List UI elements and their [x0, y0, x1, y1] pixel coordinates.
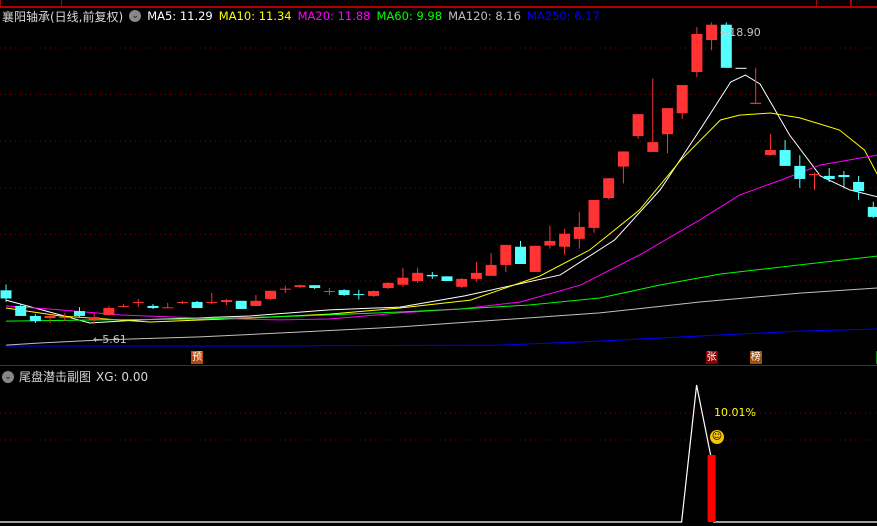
candle-body	[221, 300, 232, 302]
candle-body	[0, 290, 12, 299]
candle-body	[191, 301, 203, 309]
candle-body	[617, 151, 629, 167]
candle-body	[132, 301, 144, 303]
signal-marker[interactable]: 张	[705, 351, 718, 364]
candle-body	[779, 150, 791, 166]
xg-value: XG: 0.00	[96, 369, 149, 384]
candle-body	[632, 114, 644, 137]
candle-body	[176, 301, 188, 303]
signal-percent: 10.01%	[714, 406, 756, 419]
candle-body	[206, 301, 218, 303]
candle-body	[250, 300, 262, 306]
candle-body	[470, 272, 482, 279]
candle-body	[485, 264, 497, 276]
candle-body	[441, 276, 453, 281]
candle-body	[706, 24, 718, 41]
ma-line-ma250	[6, 328, 877, 347]
candle-body	[118, 305, 130, 307]
candle-body	[676, 85, 688, 114]
candle-body	[162, 307, 174, 309]
ma-line-ma10	[5, 112, 877, 323]
candle-body	[74, 311, 85, 316]
candle-body	[309, 285, 321, 288]
ma-line-ma20	[5, 154, 877, 321]
candle-body	[29, 315, 41, 322]
candle-body	[750, 102, 762, 104]
candle-body	[382, 282, 394, 288]
candle-body	[338, 290, 350, 295]
candle-body	[544, 240, 556, 246]
ma-line-ma60	[5, 255, 877, 322]
kline-chart[interactable]	[0, 0, 877, 526]
candle-body	[235, 300, 247, 309]
candle-body	[853, 181, 865, 192]
sub-chart-header: ⌄ 尾盘潜击副图 XG: 0.00	[2, 368, 148, 385]
candle-body	[147, 305, 159, 309]
candle-body	[867, 206, 877, 217]
candle-body	[456, 278, 468, 287]
candle-body	[559, 233, 571, 247]
candle-body	[88, 317, 100, 320]
chevron-down-icon[interactable]: ⌄	[2, 370, 14, 383]
candle-body	[691, 34, 703, 72]
low-price-label: ←5.61	[93, 333, 127, 346]
candle-body	[794, 165, 806, 179]
candle-body	[15, 305, 27, 316]
candle-body	[44, 315, 56, 319]
sub-chart-title: 尾盘潜击副图	[19, 370, 92, 384]
candle-body	[294, 285, 306, 288]
signal-bar	[707, 455, 716, 522]
ma-line-ma5	[5, 74, 877, 324]
candle-body	[647, 142, 659, 152]
signal-marker[interactable]: 榜	[749, 351, 762, 364]
candle-body	[500, 244, 512, 265]
candle-body	[103, 308, 115, 316]
candle-body	[279, 288, 291, 290]
high-price-label: ←18.90	[720, 26, 761, 39]
candle-body	[515, 246, 526, 264]
candle-body	[368, 291, 379, 296]
candle-body	[662, 108, 673, 135]
panel-divider[interactable]	[0, 365, 877, 366]
candle-body	[838, 174, 850, 178]
candle-body	[397, 277, 409, 285]
low-price-value: 5.61	[102, 333, 127, 346]
candle-body	[323, 291, 335, 293]
candle-body	[426, 274, 438, 277]
candle-body	[573, 226, 585, 239]
candle-body	[809, 174, 820, 176]
candle-body	[353, 294, 365, 296]
ma-line-ma120	[5, 287, 877, 346]
candle-body	[412, 272, 424, 281]
candle-body	[59, 317, 71, 319]
high-price-value: 18.90	[729, 26, 761, 39]
smiley-face-icon: ☺	[710, 430, 724, 444]
candle-body	[529, 245, 541, 272]
candle-body	[603, 178, 615, 199]
candle-body	[764, 150, 776, 155]
signal-marker[interactable]: 预	[191, 351, 204, 364]
candle-body	[735, 67, 747, 69]
candle-body	[588, 199, 600, 228]
candle-body	[823, 175, 835, 179]
candle-body	[265, 290, 277, 299]
